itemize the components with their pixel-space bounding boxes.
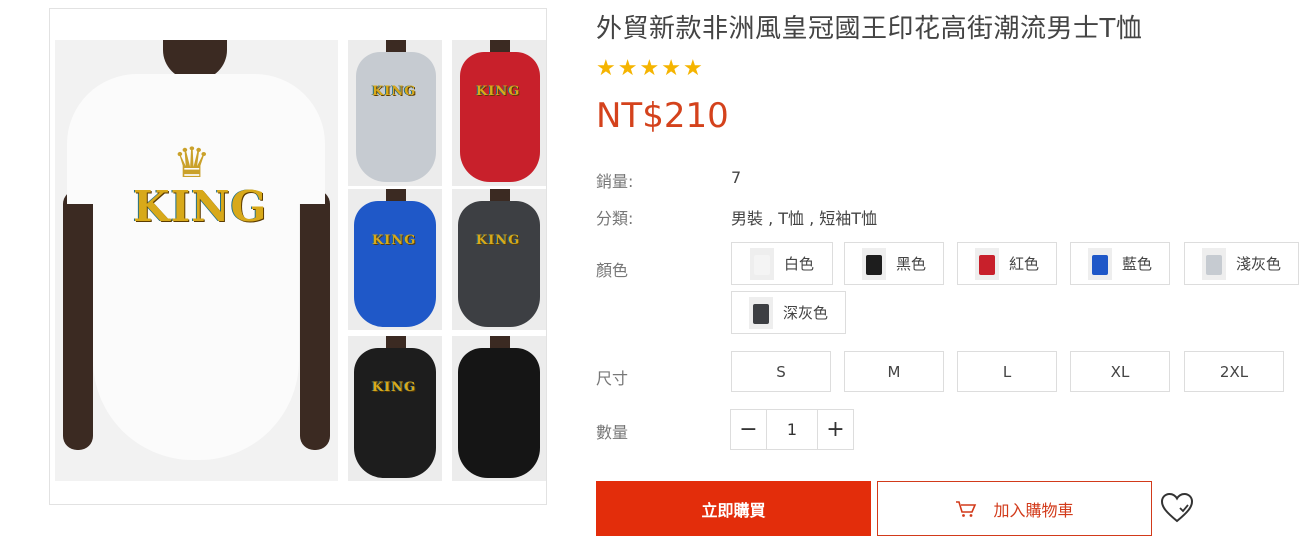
quantity-stepper[interactable]: − 1 +	[730, 409, 854, 450]
color-swatch	[1205, 254, 1222, 275]
color-option[interactable]: 白色	[731, 242, 833, 285]
color-option[interactable]: 紅色	[957, 242, 1057, 285]
color-option-label: 黑色	[895, 255, 926, 273]
category-label: 分類:	[596, 209, 634, 228]
color-swatch-thumbnail	[1087, 247, 1112, 280]
favorite-heart-icon[interactable]	[1160, 492, 1194, 524]
buy-now-button[interactable]: 立即購買	[596, 481, 871, 536]
color-swatch-thumbnail	[748, 296, 773, 329]
color-option[interactable]: 淺灰色	[1184, 242, 1299, 285]
color-label: 顏色	[596, 261, 629, 280]
product-image-collage: ♛ KING KING KING KING KING KING	[55, 40, 546, 481]
color-option[interactable]: 深灰色	[731, 291, 846, 334]
color-swatch-thumbnail	[749, 247, 774, 280]
color-swatch	[753, 254, 770, 275]
color-option-label: 藍色	[1121, 255, 1152, 273]
size-option[interactable]: 2XL	[1184, 351, 1284, 392]
color-option[interactable]: 藍色	[1070, 242, 1170, 285]
color-swatch-thumbnail	[1201, 247, 1226, 280]
sales-label: 銷量:	[596, 172, 634, 191]
color-swatch	[865, 254, 882, 275]
product-title: 外貿新款非洲風皇冠國王印花高街潮流男士T恤	[596, 14, 1143, 44]
size-option[interactable]: S	[731, 351, 831, 392]
color-option-label: 淺灰色	[1235, 255, 1281, 273]
quantity-value[interactable]: 1	[766, 410, 818, 449]
star-icon: ★	[617, 56, 638, 81]
quantity-increase-button[interactable]: +	[818, 410, 853, 449]
color-swatch-thumbnail	[861, 247, 886, 280]
variant-image-blue: KING	[348, 189, 442, 330]
product-price: NT$210	[596, 96, 729, 136]
quantity-label: 數量	[596, 423, 629, 442]
color-option-label: 紅色	[1008, 255, 1039, 273]
crown-print-icon: ♛	[173, 138, 211, 187]
variant-image-light-gray: KING	[348, 40, 442, 186]
color-option-label: 深灰色	[782, 304, 828, 322]
color-swatch	[752, 303, 769, 324]
quantity-decrease-button[interactable]: −	[731, 410, 766, 449]
size-label: 尺寸	[596, 369, 629, 388]
color-swatch-thumbnail	[974, 247, 999, 280]
color-swatch	[1091, 254, 1108, 275]
size-option[interactable]: L	[957, 351, 1057, 392]
star-icon: ★	[661, 56, 681, 81]
variant-image-black-back	[452, 336, 546, 481]
variant-image-dark-gray: KING	[452, 189, 546, 330]
color-swatch	[978, 254, 995, 275]
size-option[interactable]: XL	[1070, 351, 1170, 392]
star-icon: ★	[682, 56, 703, 81]
color-option[interactable]: 黑色	[844, 242, 944, 285]
category-value: 男裝 , T恤 , 短袖T恤	[731, 209, 878, 228]
star-icon: ★	[596, 56, 616, 81]
rating-stars: ★ ★ ★ ★ ★	[596, 56, 703, 82]
sales-value: 7	[731, 168, 742, 187]
product-image-main: ♛ KING	[55, 40, 338, 481]
add-to-cart-button[interactable]: 加入購物車	[877, 481, 1152, 536]
product-image-frame[interactable]: ♛ KING KING KING KING KING KING	[49, 8, 547, 505]
shirt-print-text: KING	[133, 182, 268, 231]
color-option-label: 白色	[783, 255, 814, 273]
variant-image-red: KING	[452, 40, 546, 186]
star-icon: ★	[639, 56, 660, 81]
add-to-cart-label: 加入購物車	[993, 500, 1074, 520]
size-option[interactable]: M	[844, 351, 944, 392]
variant-image-black: KING	[348, 336, 442, 481]
cart-icon	[956, 500, 977, 517]
